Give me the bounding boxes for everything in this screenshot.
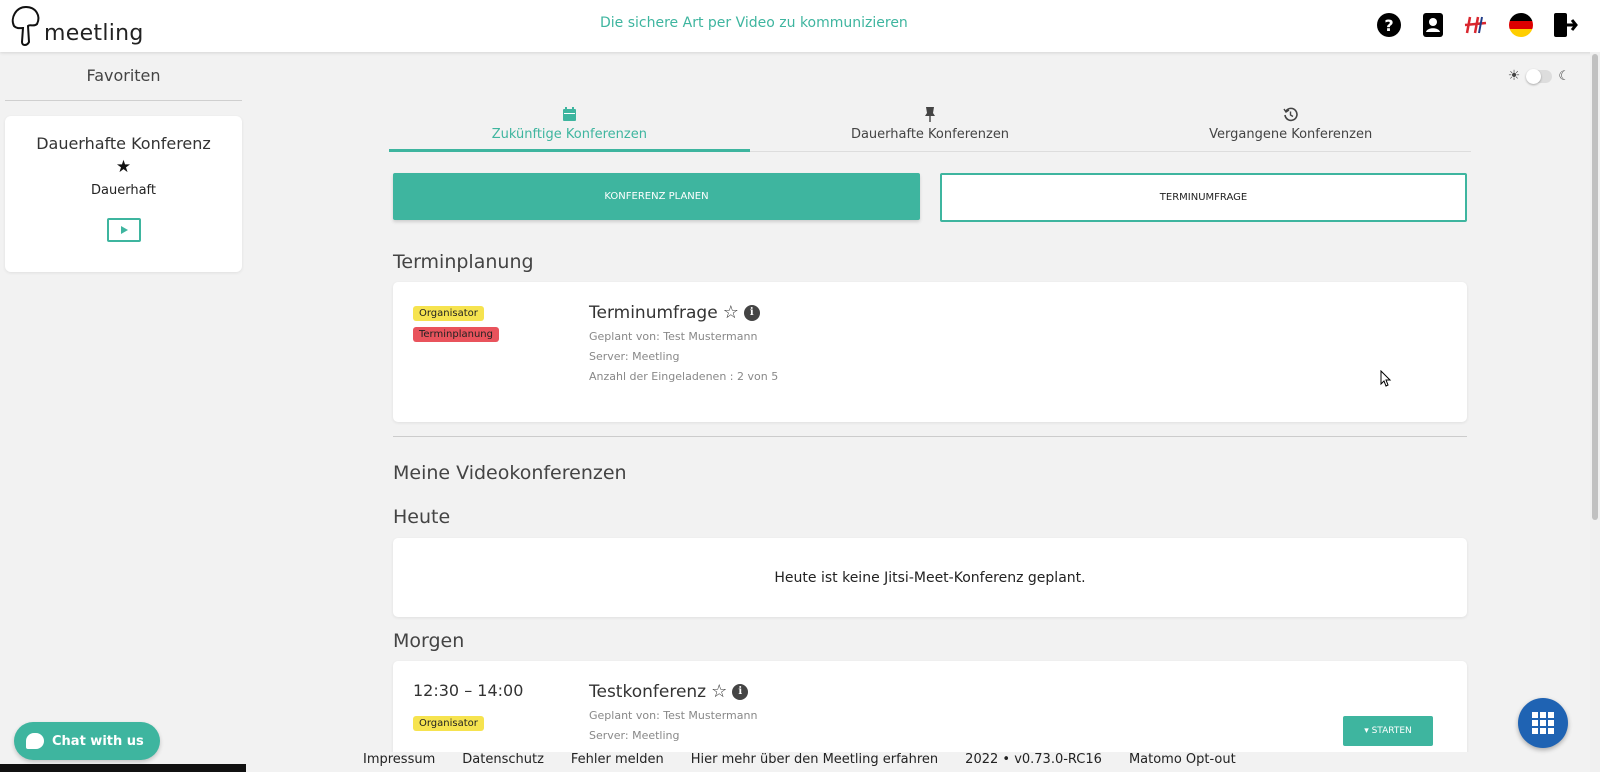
star-outline-icon[interactable]: ☆ (723, 302, 739, 323)
today-title: Heute (393, 506, 451, 528)
star-filled-icon[interactable]: ★ (5, 157, 242, 177)
meetling-logo[interactable]: meetling (10, 4, 144, 46)
organizer-badge: Organisator (413, 716, 484, 731)
contacts-icon[interactable] (1418, 10, 1448, 40)
history-icon (1283, 107, 1298, 121)
invitee-count: Anzahl der Eingeladenen : 2 von 5 (589, 370, 779, 383)
tab-label: Zukünftige Konferenzen (491, 127, 647, 142)
scrollbar-thumb[interactable] (1592, 54, 1598, 520)
tab-label: Dauerhafte Konferenzen (850, 127, 1010, 142)
info-icon[interactable]: i (732, 683, 749, 700)
tab-past[interactable]: Vergangene Konferenzen (1110, 100, 1471, 151)
tomorrow-title: Morgen (393, 630, 465, 652)
footer-links: Impressum Datenschutz Fehler melden Hier… (363, 752, 1236, 767)
server-info: Server: Meetling (589, 729, 680, 742)
today-empty-text: Heute ist keine Jitsi-Meet-Konferenz gep… (774, 569, 1086, 586)
tab-upcoming[interactable]: Zukünftige Konferenzen (389, 100, 750, 152)
footer-version: 2022 • v0.73.0-RC16 (965, 752, 1102, 767)
date-poll-button[interactable]: TERMINUMFRAGE (940, 173, 1467, 222)
page-scrollbar[interactable] (1590, 52, 1600, 772)
chat-button[interactable]: Chat with us (14, 722, 160, 760)
footer-link-matomo[interactable]: Matomo Opt-out (1129, 752, 1236, 767)
footer-bar (0, 764, 246, 772)
plan-conference-button[interactable]: KONFERENZ PLANEN (393, 173, 920, 220)
favorites-title: Favoriten (86, 66, 161, 85)
brand-icon[interactable] (1462, 10, 1492, 40)
planned-by: Geplant von: Test Mustermann (589, 330, 758, 343)
my-conferences-title: Meine Videokonferenzen (393, 462, 627, 484)
tab-label: Vergangene Konferenzen (1209, 127, 1373, 142)
svg-text:?: ? (1384, 16, 1393, 35)
grid-icon (1532, 712, 1554, 734)
german-flag-icon[interactable] (1506, 10, 1536, 40)
pin-icon (925, 106, 935, 122)
conference-time: 12:30 – 14:00 (413, 681, 524, 700)
top-header: meetling Die sichere Art per Video zu ko… (0, 0, 1600, 52)
mouse-cursor-icon (1380, 370, 1392, 387)
server-info: Server: Meetling (589, 350, 680, 363)
logout-icon[interactable] (1550, 10, 1580, 40)
scheduling-title: Terminplanung (393, 251, 534, 273)
chat-bubble-icon (26, 733, 44, 749)
conference-card[interactable]: 12:30 – 14:00 Organisator Testkonferenz … (393, 661, 1467, 761)
play-icon (120, 226, 128, 234)
footer-link-impressum[interactable]: Impressum (363, 752, 435, 767)
apps-grid-button[interactable] (1518, 698, 1568, 748)
header-icons: ? (1374, 10, 1580, 40)
moon-icon: ☾ (1558, 68, 1570, 84)
organizer-badge: Organisator (413, 306, 484, 321)
help-icon[interactable]: ? (1374, 10, 1404, 40)
star-outline-icon[interactable]: ☆ (711, 681, 727, 702)
theme-switcher: ☀ ☾ (1508, 68, 1570, 84)
planned-by: Geplant von: Test Mustermann (589, 709, 758, 722)
favorite-subtitle: Dauerhaft (91, 183, 156, 198)
logo-text: meetling (44, 21, 144, 46)
favorite-title: Dauerhafte Konferenz (36, 134, 211, 153)
sun-icon: ☀ (1507, 68, 1521, 84)
today-card: Heute ist keine Jitsi-Meet-Konferenz gep… (393, 538, 1467, 617)
calendar-icon (562, 107, 576, 121)
poll-card[interactable]: Organisator Terminplanung Terminumfrage … (393, 282, 1467, 422)
section-divider (393, 436, 1467, 437)
sidebar-divider (5, 100, 242, 101)
favorite-card: Dauerhafte Konferenz ★ Dauerhaft (5, 116, 242, 272)
info-icon[interactable]: i (743, 304, 760, 321)
tab-permanent[interactable]: Dauerhafte Konferenzen (750, 100, 1111, 151)
tagline: Die sichere Art per Video zu kommunizier… (600, 15, 908, 31)
conference-tabs: Zukünftige Konferenzen Dauerhafte Konfer… (389, 100, 1471, 152)
mushroom-logo-icon (11, 5, 40, 46)
poll-title: Terminumfrage (589, 302, 718, 323)
theme-toggle[interactable] (1526, 68, 1553, 84)
start-button[interactable]: ▾ STARTEN (1343, 716, 1433, 746)
footer-link-about[interactable]: Hier mehr über den Meetling erfahren (691, 752, 938, 767)
footer-link-privacy[interactable]: Datenschutz (462, 752, 544, 767)
chat-label: Chat with us (52, 733, 144, 749)
footer-link-report-bug[interactable]: Fehler melden (571, 752, 664, 767)
play-button[interactable] (106, 218, 141, 242)
scheduling-badge: Terminplanung (413, 327, 499, 342)
conference-title: Testkonferenz (589, 681, 707, 702)
